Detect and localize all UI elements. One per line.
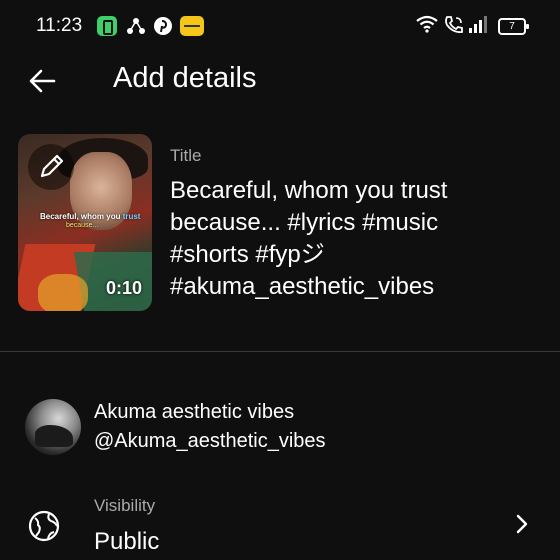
wifi-icon [416, 15, 438, 33]
video-duration: 0:10 [105, 278, 142, 298]
status-time: 11:23 [36, 15, 83, 36]
title-value: Becareful, whom you trust because... #ly… [170, 177, 448, 300]
back-arrow-icon[interactable] [24, 60, 66, 102]
pinterest-icon [154, 17, 172, 35]
status-bar: 11:23 7 [0, 0, 560, 52]
chevron-right-icon [516, 514, 528, 534]
signal-icon [469, 16, 487, 33]
channel-avatar [25, 399, 81, 455]
wifi-calling-icon [445, 16, 463, 34]
visibility-row[interactable]: Visibility Public [0, 484, 560, 560]
thumbnail-overlay-subtext: because... [66, 222, 99, 229]
page-title: Add details [113, 62, 257, 94]
thumbnail-overlay-highlight: trust [122, 212, 141, 221]
thumbnail-overlay-text: Becareful, whom you trust [40, 212, 141, 221]
visibility-label: Visibility [94, 496, 156, 515]
tripod-app-icon [127, 18, 145, 34]
title-field[interactable]: Title Becareful, whom you trust because.… [170, 146, 540, 303]
channel-handle: @Akuma_aesthetic_vibes [94, 430, 326, 452]
title-label: Title [170, 146, 202, 165]
channel-name: Akuma aesthetic vibes [94, 401, 295, 423]
video-thumbnail[interactable]: Becareful, whom you trust because... 0:1… [18, 134, 152, 311]
battery-icon: 7 [498, 18, 529, 35]
green-app-icon [97, 16, 117, 36]
pencil-edit-icon[interactable] [28, 144, 74, 190]
divider [0, 351, 560, 352]
visibility-value: Public [94, 528, 160, 555]
globe-icon [28, 510, 60, 542]
yellow-app-icon [180, 16, 204, 36]
